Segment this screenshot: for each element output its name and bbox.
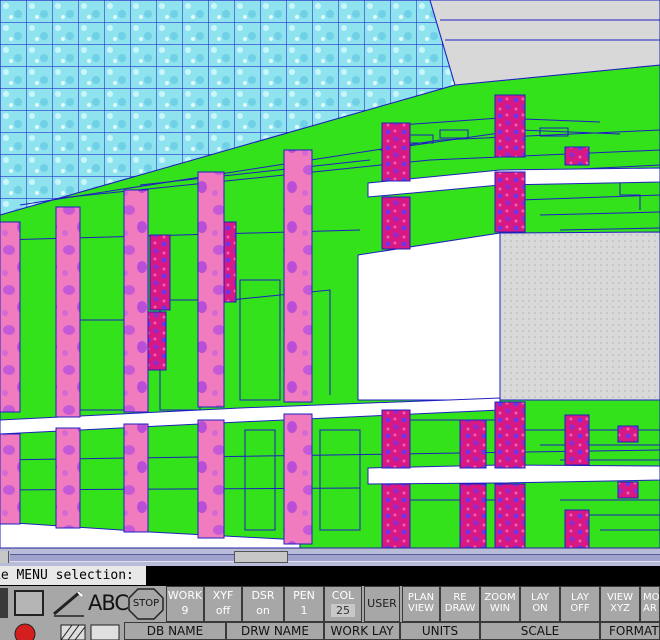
zoom-win-line2: WIN <box>489 603 511 614</box>
lay-on-line1: LAY <box>531 592 549 603</box>
zoom-window-button[interactable]: ZOOM WIN <box>480 586 520 622</box>
status-pen[interactable]: PEN 1 <box>284 586 324 622</box>
view-xyz-button[interactable]: VIEW XYZ <box>600 586 640 622</box>
horizontal-scrollbar[interactable] <box>0 548 660 566</box>
lay-off-line1: LAY <box>571 592 589 603</box>
cad-application: ke MENU selection: ABC STOP WORK 9 XYF o… <box>0 0 660 640</box>
more-line2: AR <box>643 603 657 614</box>
drw-name-field[interactable]: DRW NAME <box>226 622 324 640</box>
format-field[interactable]: FORMAT <box>600 622 660 640</box>
stop-sign-icon <box>12 622 38 640</box>
rendered-building-view <box>0 0 660 548</box>
rectangle-tool-icon[interactable] <box>12 588 46 618</box>
status-work-label: WORK <box>167 589 203 602</box>
hatch-tool-icon[interactable] <box>60 624 86 640</box>
command-line: ke MENU selection: <box>0 566 660 586</box>
fill-tool-icon[interactable] <box>90 624 120 640</box>
redraw-line2: DRAW <box>444 603 476 614</box>
status-col-label: COL <box>331 589 355 602</box>
pencil-tool-icon[interactable] <box>50 588 86 618</box>
more-button[interactable]: MO AR <box>640 586 660 622</box>
zoom-win-line1: ZOOM <box>484 592 516 603</box>
status-dsr[interactable]: DSR on <box>242 586 284 622</box>
units-field[interactable]: UNITS <box>400 622 480 640</box>
status-pen-label: PEN <box>293 589 315 602</box>
stop-button-label: STOP <box>132 598 160 609</box>
view-xyz-line2: XYZ <box>610 603 630 614</box>
layer-on-button[interactable]: LAY ON <box>520 586 560 622</box>
status-dsr-value: on <box>256 604 270 617</box>
lay-off-line2: OFF <box>570 603 590 614</box>
redraw-line1: RE <box>453 592 467 603</box>
plan-view-button[interactable]: PLAN VIEW <box>402 586 440 622</box>
stop-button[interactable]: STOP <box>128 588 164 620</box>
user-button-label: USER <box>367 597 397 610</box>
status-col-value: 25 <box>331 604 355 617</box>
layer-off-button[interactable]: LAY OFF <box>560 586 600 622</box>
lay-on-line2: ON <box>532 603 548 614</box>
status-work-value: 9 <box>181 604 189 617</box>
plan-view-line2: VIEW <box>408 603 434 614</box>
grid-tool-icon[interactable] <box>0 588 8 618</box>
status-work[interactable]: WORK 9 <box>166 586 204 622</box>
status-pen-value: 1 <box>300 604 308 617</box>
status-xyf-value: off <box>215 604 231 617</box>
status-dsr-label: DSR <box>251 589 275 602</box>
more-line1: MO <box>643 592 660 603</box>
status-col[interactable]: COL 25 <box>324 586 362 622</box>
scroll-track[interactable] <box>10 554 660 562</box>
drawing-viewport[interactable] <box>0 0 660 548</box>
status-xyf[interactable]: XYF off <box>204 586 242 622</box>
command-prompt: ke MENU selection: <box>0 566 146 585</box>
scroll-thumb[interactable] <box>234 551 288 563</box>
db-name-field[interactable]: DB NAME <box>124 622 226 640</box>
redraw-button[interactable]: RE DRAW <box>440 586 480 622</box>
text-tool-icon[interactable]: ABC <box>88 588 129 618</box>
view-xyz-line1: VIEW <box>607 592 633 603</box>
scale-field[interactable]: SCALE <box>480 622 600 640</box>
scroll-left-arrow[interactable] <box>0 551 9 563</box>
plan-view-line1: PLAN <box>407 592 435 603</box>
user-button[interactable]: USER <box>364 586 400 622</box>
work-layer-field[interactable]: WORK LAY <box>324 622 400 640</box>
status-xyf-label: XYF <box>212 589 234 602</box>
